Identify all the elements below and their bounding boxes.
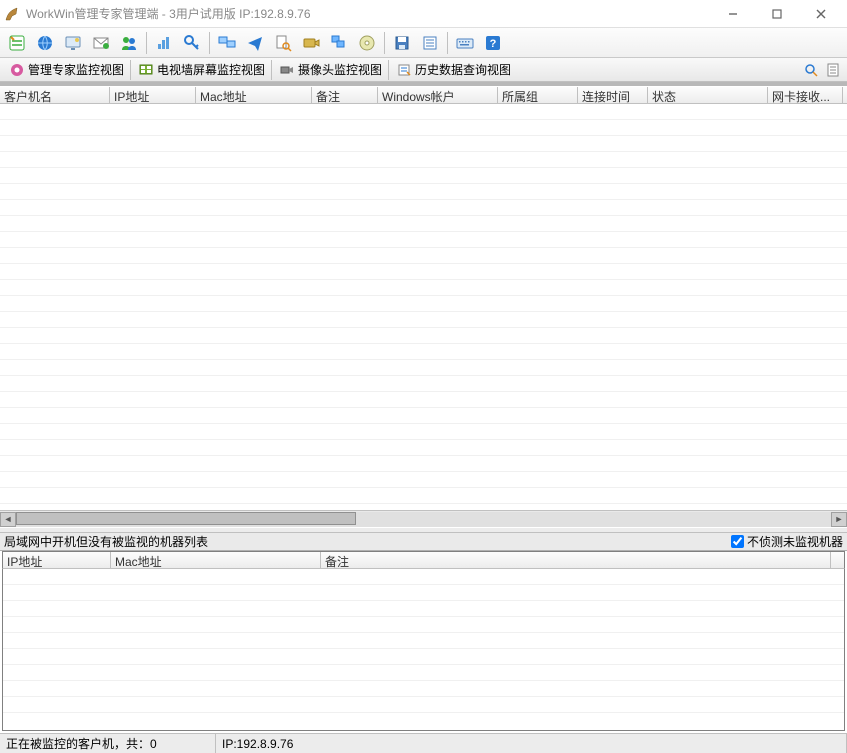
toolbar-separator [209, 32, 210, 54]
close-button[interactable] [799, 1, 843, 27]
window-buttons [711, 1, 843, 27]
view-tabs-bar: 管理专家监控视图 电视墙屏幕监控视图 摄像头监控视图 历史数据查询视图 [0, 58, 847, 82]
unmonitored-panel-header: 局域网中开机但没有被监视的机器列表 不侦测未监视机器 [0, 533, 847, 551]
scroll-track[interactable] [16, 512, 831, 527]
skip-detect-label-text: 不侦测未监视机器 [747, 533, 843, 550]
home-icon[interactable] [4, 30, 30, 56]
app-icon [4, 6, 20, 22]
unmonitored-panel: 局域网中开机但没有被监视的机器列表 不侦测未监视机器 IP地址Mac地址备注 [0, 533, 847, 733]
window-title: WorkWin管理专家管理端 - 3用户试用版 IP:192.8.9.76 [26, 5, 711, 22]
report-view-icon[interactable] [823, 61, 843, 79]
skip-detect-checkbox-label[interactable]: 不侦测未监视机器 [731, 533, 843, 550]
status-ip: IP:192.8.9.76 [216, 734, 847, 753]
history-view-icon [397, 63, 411, 77]
column-header[interactable]: 备注 [321, 552, 831, 568]
column-header[interactable]: 客户机名 [0, 87, 110, 103]
screens-icon[interactable] [214, 30, 240, 56]
tvwall-view-icon [139, 63, 153, 77]
help-icon[interactable]: ? [480, 30, 506, 56]
toolbar-separator [384, 32, 385, 54]
status-bar: 正在被监控的客户机，共：0 IP:192.8.9.76 [0, 733, 847, 753]
column-header[interactable]: 所属组 [498, 87, 578, 103]
chart-icon[interactable] [151, 30, 177, 56]
users-icon[interactable] [116, 30, 142, 56]
title-bar: WorkWin管理专家管理端 - 3用户试用版 IP:192.8.9.76 [0, 0, 847, 28]
view-tab-camera[interactable]: 摄像头监控视图 [274, 60, 389, 80]
monitor-view-icon [10, 63, 24, 77]
column-header[interactable]: Mac地址 [111, 552, 321, 568]
column-header[interactable]: 网卡接收... [768, 87, 843, 103]
svg-text:?: ? [490, 38, 497, 50]
column-header[interactable]: Windows帐户 [378, 87, 498, 103]
key-icon[interactable] [179, 30, 205, 56]
view-tab-tvwall[interactable]: 电视墙屏幕监控视图 [133, 60, 272, 80]
camera-view-icon [280, 63, 294, 77]
scroll-right-button[interactable]: ► [831, 512, 847, 527]
minimize-button[interactable] [711, 1, 755, 27]
scroll-thumb[interactable] [16, 512, 356, 525]
send-icon[interactable] [242, 30, 268, 56]
search-doc-icon[interactable] [270, 30, 296, 56]
view-tab-label: 摄像头监控视图 [298, 61, 382, 78]
globe-icon[interactable] [32, 30, 58, 56]
view-tab-label: 历史数据查询视图 [415, 61, 511, 78]
camera-icon[interactable] [298, 30, 324, 56]
unmonitored-table-header-row: IP地址Mac地址备注 [2, 551, 845, 569]
main-toolbar: ? [0, 28, 847, 58]
clients-table-header-row: 客户机名IP地址Mac地址备注Windows帐户所属组连接时间状态网卡接收... [0, 86, 847, 104]
keyboard-icon[interactable] [452, 30, 478, 56]
search-view-icon[interactable] [801, 61, 821, 79]
horizontal-scrollbar[interactable]: ◄ ► [0, 510, 847, 527]
scroll-left-button[interactable]: ◄ [0, 512, 16, 527]
view-tab-monitor[interactable]: 管理专家监控视图 [4, 60, 131, 80]
column-header[interactable]: IP地址 [3, 552, 111, 568]
mail-icon[interactable] [88, 30, 114, 56]
save-icon[interactable] [389, 30, 415, 56]
view-tab-history[interactable]: 历史数据查询视图 [391, 60, 517, 80]
column-header[interactable]: Mac地址 [196, 87, 312, 103]
column-header[interactable]: 备注 [312, 87, 378, 103]
monitor-icon[interactable] [60, 30, 86, 56]
column-header[interactable]: 状态 [648, 87, 768, 103]
windows-icon[interactable] [326, 30, 352, 56]
view-tab-label: 管理专家监控视图 [28, 61, 124, 78]
unmonitored-panel-title: 局域网中开机但没有被监视的机器列表 [4, 533, 731, 550]
column-header[interactable]: 连接时间 [578, 87, 648, 103]
clients-table-body[interactable] [0, 104, 847, 510]
toolbar-separator [447, 32, 448, 54]
disc-icon[interactable] [354, 30, 380, 56]
view-tab-label: 电视墙屏幕监控视图 [157, 61, 265, 78]
skip-detect-checkbox[interactable] [731, 535, 744, 548]
column-header[interactable]: IP地址 [110, 87, 196, 103]
maximize-button[interactable] [755, 1, 799, 27]
list-icon[interactable] [417, 30, 443, 56]
toolbar-separator [146, 32, 147, 54]
status-client-count: 正在被监控的客户机，共：0 [0, 734, 216, 753]
clients-table: 客户机名IP地址Mac地址备注Windows帐户所属组连接时间状态网卡接收...… [0, 86, 847, 527]
unmonitored-table-body[interactable] [2, 569, 845, 731]
